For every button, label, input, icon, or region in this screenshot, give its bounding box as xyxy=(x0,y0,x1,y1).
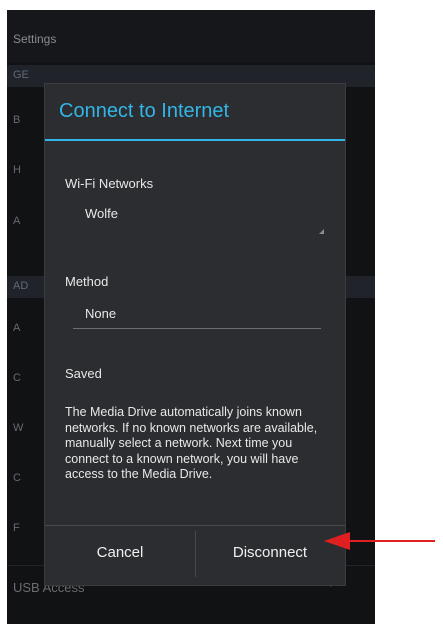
method-label: Method xyxy=(65,274,109,289)
disconnect-button[interactable]: Disconnect xyxy=(195,526,345,578)
setting-item-fragment[interactable]: A xyxy=(13,215,20,227)
section-header-advanced-label: AD xyxy=(13,280,29,292)
settings-action-bar: Settings xyxy=(7,10,375,62)
setting-item-fragment[interactable]: F xyxy=(13,522,20,534)
settings-title: Settings xyxy=(13,32,57,46)
setting-item-fragment[interactable]: B xyxy=(13,114,20,126)
wifi-networks-label: Wi-Fi Networks xyxy=(65,176,154,191)
setting-item-fragment[interactable]: H xyxy=(13,164,21,176)
cancel-button[interactable]: Cancel xyxy=(45,526,195,578)
spinner-arrow-icon xyxy=(319,229,324,234)
dialog-title: Connect to Internet xyxy=(59,100,230,122)
dialog-title-divider xyxy=(45,139,345,141)
phone-screen: Settings GE B H A AD A C W C F USB Acces… xyxy=(7,10,375,624)
setting-item-fragment[interactable]: A xyxy=(13,322,20,334)
arrow-head xyxy=(324,532,350,550)
annotation-arrow-icon xyxy=(324,532,435,550)
setting-item-fragment[interactable]: C xyxy=(13,372,21,384)
wifi-network-spinner[interactable]: Wolfe xyxy=(85,206,118,221)
method-field-underline xyxy=(73,328,321,329)
method-field[interactable]: None xyxy=(85,306,116,321)
section-header-general-label: GE xyxy=(13,69,29,81)
setting-item-fragment[interactable]: C xyxy=(13,472,21,484)
connect-dialog: Connect to Internet Wi-Fi Networks Wolfe… xyxy=(44,83,346,586)
network-status: Saved xyxy=(65,366,102,381)
setting-item-fragment[interactable]: W xyxy=(13,422,23,434)
dialog-message: The Media Drive automatically joins know… xyxy=(65,405,318,481)
